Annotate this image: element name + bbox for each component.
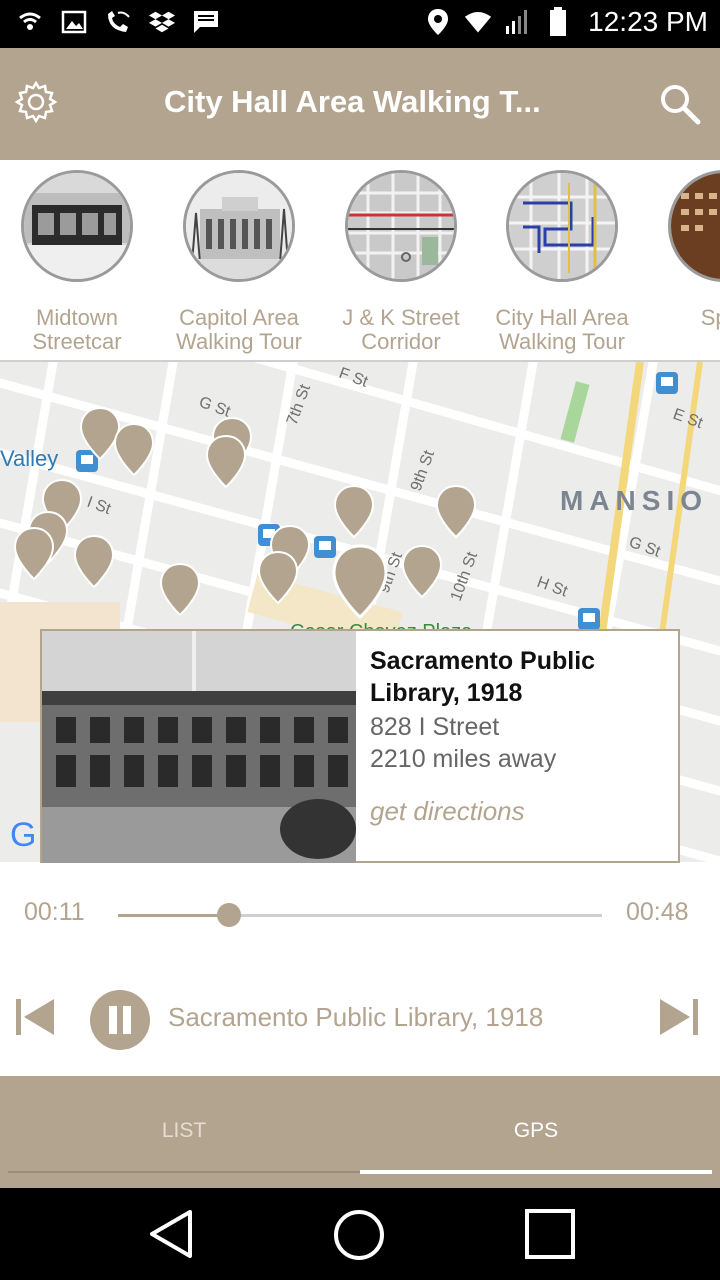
- status-bar: 12:23 PM: [0, 0, 720, 48]
- location-address: 828 I Street: [370, 713, 500, 741]
- message-icon: [192, 8, 220, 36]
- search-icon[interactable]: [656, 80, 704, 128]
- audio-player: 00:11 00:48 Sacramento Public Library, 1…: [0, 864, 720, 1076]
- back-icon[interactable]: [146, 1208, 196, 1265]
- system-nav-bar: [0, 1188, 720, 1280]
- home-icon[interactable]: [332, 1208, 386, 1267]
- app-bar: City Hall Area Walking T...: [0, 48, 720, 160]
- tab-indicator-inactive: [8, 1171, 360, 1173]
- tab-indicator-active: [360, 1170, 712, 1174]
- page-title: City Hall Area Walking T...: [164, 84, 541, 119]
- tour-item-jk-street[interactable]: J & K Street Corridor: [321, 170, 481, 354]
- tour-item-midtown-streetcar[interactable]: Midtown Streetcar: [0, 170, 157, 354]
- transit-icon: [656, 372, 678, 394]
- transit-icon: [578, 608, 600, 630]
- tour-thumbnail: [506, 170, 618, 282]
- tour-label: J & K Street Corridor: [342, 305, 460, 354]
- previous-track-icon[interactable]: [14, 996, 56, 1043]
- tour-item-city-hall[interactable]: City Hall Area Walking Tour: [482, 170, 642, 354]
- tour-item-capitol-area[interactable]: Capitol Area Walking Tour: [159, 170, 319, 354]
- transit-icon: [314, 536, 336, 558]
- signal-icon: [504, 8, 532, 36]
- tour-label: Spor: [700, 305, 720, 330]
- tab-list[interactable]: LIST: [8, 1076, 360, 1186]
- location-photo: [42, 631, 356, 863]
- progress-thumb[interactable]: [217, 903, 242, 927]
- tour-thumbnail: [183, 170, 295, 282]
- progress-slider[interactable]: [118, 903, 602, 927]
- elapsed-time: 00:11: [24, 898, 85, 926]
- wifi-call-icon: [104, 8, 132, 36]
- tour-label: Capitol Area Walking Tour: [176, 305, 302, 354]
- dropbox-icon: [148, 8, 176, 36]
- recents-icon[interactable]: [524, 1208, 576, 1265]
- tour-thumbnail: [21, 170, 133, 282]
- google-logo: G: [10, 816, 36, 854]
- total-time: 00:48: [626, 898, 689, 926]
- image-icon: [60, 8, 88, 36]
- tour-item-sports[interactable]: Spor: [644, 170, 720, 330]
- location-distance: 2210 miles away: [370, 745, 557, 773]
- location-popup[interactable]: Sacramento Public Library, 1918 828 I St…: [40, 629, 680, 863]
- bottom-tabs: LIST GPS: [0, 1076, 720, 1188]
- area-label: Valley: [0, 446, 58, 471]
- get-directions-link[interactable]: get directions: [370, 796, 525, 827]
- status-time: 12:23 PM: [588, 6, 708, 37]
- pause-button[interactable]: [90, 990, 150, 1055]
- location-icon: [424, 8, 452, 36]
- tour-carousel[interactable]: Midtown Streetcar Capitol Area Walking T…: [0, 160, 720, 362]
- tour-thumbnail: [345, 170, 457, 282]
- wifi-icon: [464, 8, 492, 36]
- progress-fill: [118, 914, 230, 917]
- battery-icon: [544, 7, 572, 36]
- gear-icon[interactable]: [14, 80, 58, 124]
- district-label: MANSIO: [560, 485, 708, 516]
- tour-label: Midtown Streetcar: [32, 305, 122, 354]
- wifi-hotspot-icon: [16, 8, 44, 36]
- location-title: Sacramento Public Library, 1918: [370, 647, 596, 707]
- tour-label: City Hall Area Walking Tour: [495, 305, 629, 354]
- tour-thumbnail: [668, 170, 720, 282]
- next-track-icon[interactable]: [658, 996, 700, 1043]
- now-playing-title: Sacramento Public Library, 1918: [168, 1002, 544, 1032]
